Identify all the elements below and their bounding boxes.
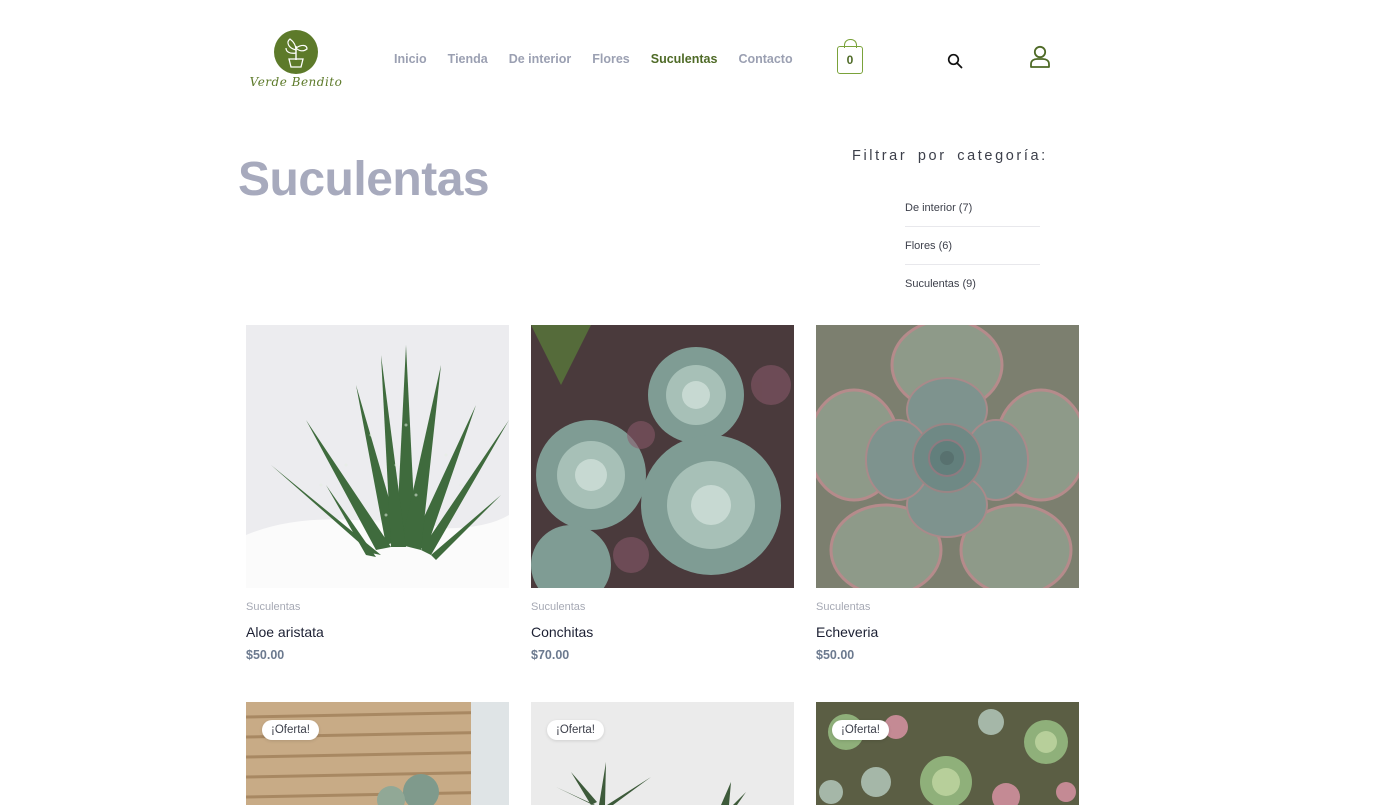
nav-item-suculentas[interactable]: Suculentas bbox=[651, 52, 718, 66]
filter-item-suculentas[interactable]: Suculentas (9) bbox=[905, 265, 1040, 303]
sale-badge: ¡Oferta! bbox=[832, 720, 889, 740]
product-card[interactable]: ¡Oferta! bbox=[531, 702, 794, 805]
product-image[interactable] bbox=[816, 325, 1079, 588]
search-icon[interactable] bbox=[947, 53, 963, 69]
user-icon[interactable] bbox=[1029, 45, 1051, 69]
brand-logo[interactable]: Verde Bendito bbox=[248, 28, 344, 98]
nav-item-tienda[interactable]: Tienda bbox=[448, 52, 488, 66]
brand-name: Verde Bendito bbox=[249, 75, 343, 89]
product-card[interactable]: ¡Oferta! bbox=[246, 702, 509, 805]
product-card[interactable]: ¡Oferta! bbox=[816, 702, 1079, 805]
main-nav: Inicio Tienda De interior Flores Suculen… bbox=[394, 52, 814, 66]
nav-item-de-interior[interactable]: De interior bbox=[509, 52, 572, 66]
product-name[interactable]: Aloe aristata bbox=[246, 624, 324, 640]
product-image[interactable] bbox=[531, 325, 794, 588]
product-price: $70.00 bbox=[531, 648, 570, 662]
product-name[interactable]: Conchitas bbox=[531, 624, 593, 640]
nav-item-flores[interactable]: Flores bbox=[592, 52, 630, 66]
shopping-bag-icon[interactable]: 0 bbox=[837, 39, 863, 74]
filter-item-flores[interactable]: Flores (6) bbox=[905, 227, 1040, 265]
product-image[interactable] bbox=[246, 325, 509, 588]
product-card-echeveria[interactable]: Suculentas Echeveria $50.00 bbox=[816, 325, 1079, 662]
plant-pot-logo-icon bbox=[274, 30, 318, 74]
product-price: $50.00 bbox=[816, 648, 855, 662]
cart-count: 0 bbox=[846, 53, 854, 67]
sale-badge: ¡Oferta! bbox=[262, 720, 319, 740]
product-category[interactable]: Suculentas bbox=[531, 601, 585, 613]
product-card-aloe-aristata[interactable]: Suculentas Aloe aristata $50.00 bbox=[246, 325, 509, 662]
product-image[interactable] bbox=[531, 702, 794, 805]
page-title: Suculentas bbox=[238, 153, 490, 206]
product-image[interactable] bbox=[816, 702, 1079, 805]
sale-badge: ¡Oferta! bbox=[547, 720, 604, 740]
filter-item-de-interior[interactable]: De interior (7) bbox=[905, 189, 1040, 227]
product-image[interactable] bbox=[246, 702, 509, 805]
product-category[interactable]: Suculentas bbox=[246, 601, 300, 613]
product-category[interactable]: Suculentas bbox=[816, 601, 870, 613]
product-name[interactable]: Echeveria bbox=[816, 624, 878, 640]
product-card-conchitas[interactable]: Suculentas Conchitas $70.00 bbox=[531, 325, 794, 662]
nav-item-contacto[interactable]: Contacto bbox=[738, 52, 792, 66]
product-price: $50.00 bbox=[246, 648, 285, 662]
category-filter-list: De interior (7) Flores (6) Suculentas (9… bbox=[905, 189, 1040, 303]
nav-item-inicio[interactable]: Inicio bbox=[394, 52, 427, 66]
filter-heading: Filtrar por categoría: bbox=[852, 148, 1048, 164]
